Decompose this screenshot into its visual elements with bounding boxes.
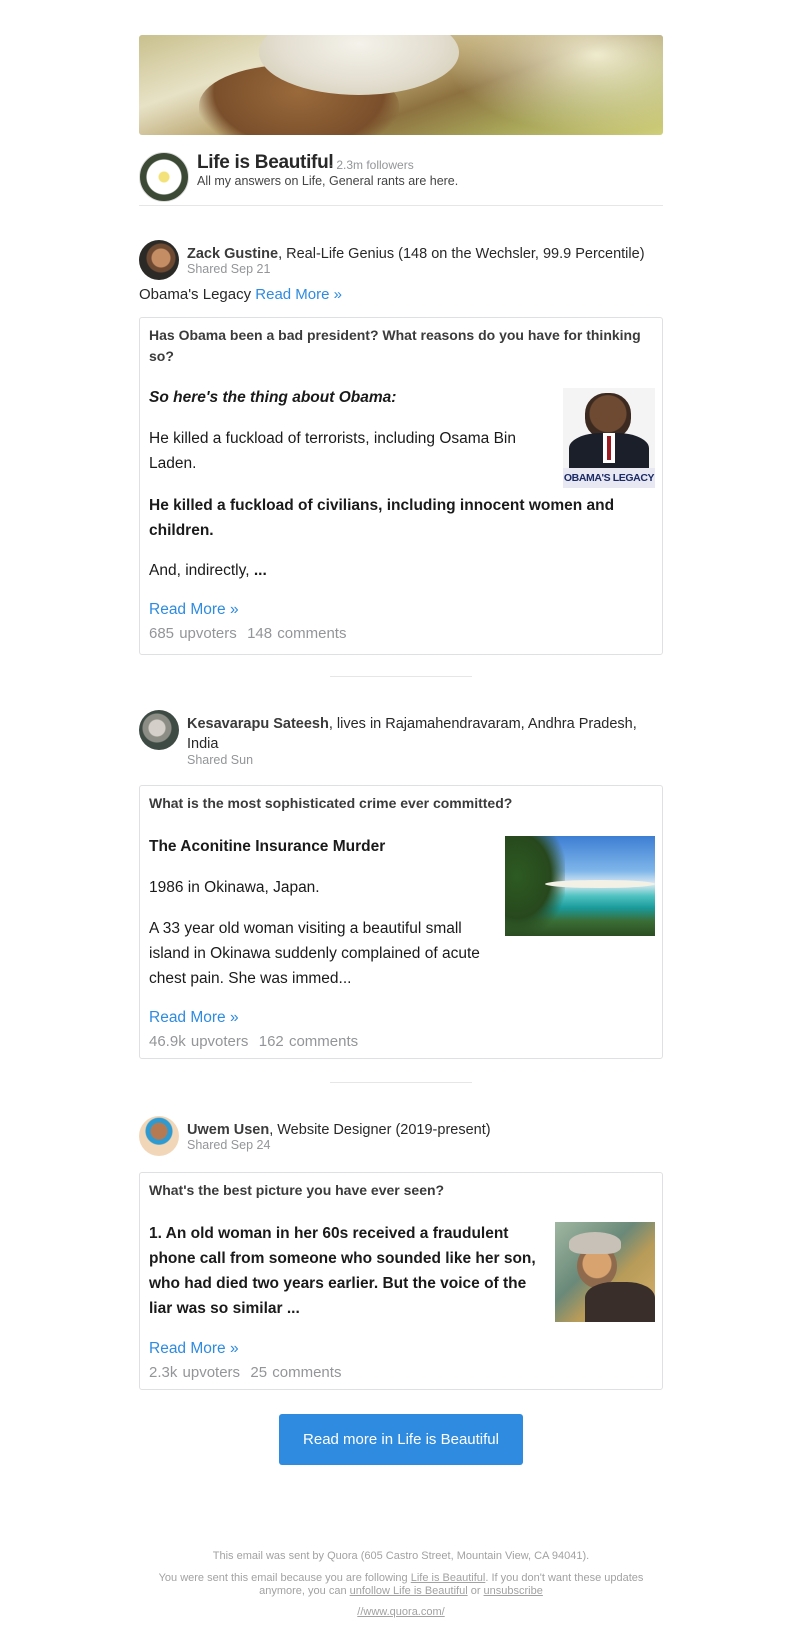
answer-card[interactable]: What's the best picture you have ever se… xyxy=(139,1172,663,1390)
thumbnail-caption: OBAMA'S LEGACY xyxy=(563,468,655,488)
answer-paragraph: 1986 in Okinawa, Japan. xyxy=(149,879,320,896)
space-name[interactable]: Life is Beautiful xyxy=(197,152,334,174)
author-name[interactable]: Zack Gustine xyxy=(187,246,278,262)
answer-text: A 33 year old woman visiting a beautiful… xyxy=(149,920,480,987)
answer-stats: 685 upvoters 148 comments xyxy=(149,625,346,642)
answer-paragraph: And, indirectly, ... xyxy=(149,558,267,583)
question-title[interactable]: Has Obama been a bad president? What rea… xyxy=(149,325,653,367)
read-more-link[interactable]: Read More » xyxy=(149,601,239,619)
answer-card[interactable]: Has Obama been a bad president? What rea… xyxy=(139,317,663,655)
author-line: Uwem Usen, Website Designer (2019-presen… xyxy=(187,1120,663,1140)
answer-card[interactable]: What is the most sophisticated crime eve… xyxy=(139,785,663,1059)
question-title[interactable]: What is the most sophisticated crime eve… xyxy=(149,793,653,814)
answer-thumbnail[interactable]: OBAMA'S LEGACY xyxy=(563,388,655,488)
question-title[interactable]: What's the best picture you have ever se… xyxy=(149,1180,653,1201)
answer-thumbnail[interactable] xyxy=(505,836,655,936)
quora-url[interactable]: //www.quora.com/ xyxy=(357,1606,444,1618)
comments-count[interactable]: 25 comments xyxy=(250,1364,341,1381)
footer-text: You were sent this email because you are… xyxy=(158,1572,408,1584)
avatar[interactable] xyxy=(139,710,179,750)
footer-link-unfollow[interactable]: unfollow Life is Beautiful xyxy=(350,1585,468,1597)
story-item: Zack Gustine, Real-Life Genius (148 on t… xyxy=(139,240,663,655)
shared-date: Shared Sep 21 xyxy=(187,262,271,276)
answer-stats: 46.9k upvoters 162 comments xyxy=(149,1033,358,1050)
answer-paragraph: 1. An old woman in her 60s received a fr… xyxy=(149,1225,536,1317)
story-item: Kesavarapu Sateesh, lives in Rajamahendr… xyxy=(139,710,663,1059)
answer-paragraph: He killed a fuckload of civilians, inclu… xyxy=(149,497,615,539)
upvoters-count[interactable]: 2.3k upvoters xyxy=(149,1364,240,1381)
read-more-in-space-button[interactable]: Read more in Life is Beautiful xyxy=(279,1414,523,1465)
space-logo[interactable] xyxy=(139,152,189,202)
shared-date: Shared Sep 24 xyxy=(187,1138,271,1152)
divider xyxy=(330,676,472,677)
author-line: Zack Gustine, Real-Life Genius (148 on t… xyxy=(187,244,663,264)
comments-count[interactable]: 162 comments xyxy=(259,1033,358,1050)
space-banner-image[interactable] xyxy=(139,35,663,135)
divider xyxy=(330,1082,472,1083)
space-followers: · 2.3m followers xyxy=(329,158,414,172)
read-more-link[interactable]: Read More » xyxy=(149,1009,239,1027)
answer-paragraph: He killed a fuckload of terrorists, incl… xyxy=(149,430,516,472)
upvoters-count[interactable]: 685 upvoters xyxy=(149,625,237,642)
story-item: Uwem Usen, Website Designer (2019-presen… xyxy=(139,1116,663,1390)
shared-date: Shared Sun xyxy=(187,753,254,767)
answer-paragraph: So here's the thing about Obama: xyxy=(149,389,397,406)
author-credential: , Website Designer (2019-present) xyxy=(269,1122,491,1138)
answer-thumbnail[interactable] xyxy=(555,1222,655,1322)
story-author: Kesavarapu Sateesh, lives in Rajamahendr… xyxy=(139,710,663,767)
story-author: Zack Gustine, Real-Life Genius (148 on t… xyxy=(139,240,663,286)
read-more-link[interactable]: Read More » xyxy=(149,1340,239,1358)
footer-text: or xyxy=(470,1585,481,1597)
author-line: Kesavarapu Sateesh, lives in Rajamahendr… xyxy=(187,714,663,754)
avatar[interactable] xyxy=(139,1116,179,1156)
footer-notice: You were sent this email because you are… xyxy=(139,1572,663,1598)
space-description: All my answers on Life, General rants ar… xyxy=(197,174,459,188)
footer-quora-link[interactable]: //www.quora.com/ xyxy=(139,1606,663,1619)
answer-ellipsis: ... xyxy=(253,562,267,579)
comments-count[interactable]: 148 comments xyxy=(247,625,346,642)
upvoters-count[interactable]: 46.9k upvoters xyxy=(149,1033,248,1050)
footer-link-unsubscribe[interactable]: unsubscribe xyxy=(484,1585,543,1597)
story-author: Uwem Usen, Website Designer (2019-presen… xyxy=(139,1116,663,1162)
story-teaser: Obama's Legacy Read More » xyxy=(139,286,342,303)
answer-stats: 2.3k upvoters 25 comments xyxy=(149,1364,341,1381)
answer-paragraph: The Aconitine Insurance Murder xyxy=(149,838,386,855)
teaser-read-more-link[interactable]: Read More » xyxy=(255,286,342,303)
footer-link-space[interactable]: Life is Beautiful xyxy=(411,1572,486,1584)
teaser-text: Obama's Legacy xyxy=(139,286,252,303)
footer-address: This email was sent by Quora (605 Castro… xyxy=(212,1550,590,1562)
space-header: Life is Beautiful · 2.3m followers All m… xyxy=(139,152,663,206)
author-name[interactable]: Kesavarapu Sateesh xyxy=(187,716,329,732)
author-credential: , Real-Life Genius (148 on the Wechsler,… xyxy=(278,246,645,262)
author-name[interactable]: Uwem Usen xyxy=(187,1122,269,1138)
avatar[interactable] xyxy=(139,240,179,280)
answer-text: And, indirectly, xyxy=(149,562,250,579)
